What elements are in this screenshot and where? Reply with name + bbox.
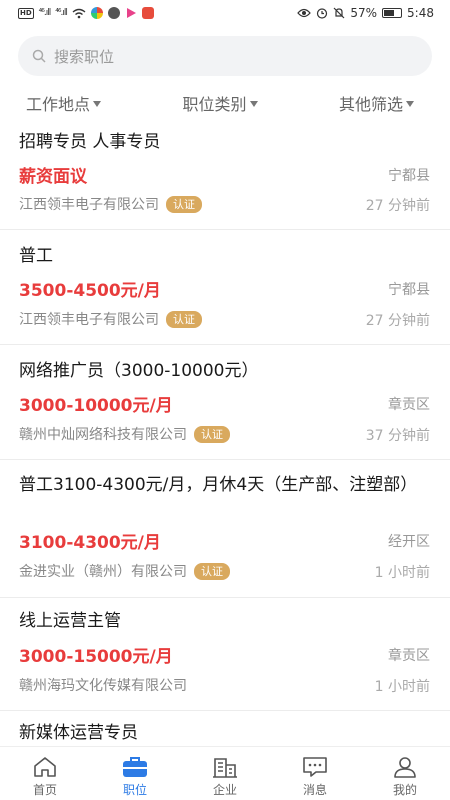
nav-companies[interactable]: 企业 [180,747,270,800]
search-bar[interactable]: 搜索职位 [18,36,432,76]
job-salary: 薪资面议 [19,167,87,187]
status-bar: HD ⁴⁶.ıll ⁴⁶.ıll 57% 5:48 [0,0,450,26]
company-name: 江西领丰电子有限公司 [19,312,159,328]
filter-label: 其他筛选 [338,95,403,114]
job-salary: 3000-15000元/月 [19,647,173,667]
verified-badge: 认证 [166,310,202,328]
filter-label: 工作地点 [26,95,91,114]
nav-messages[interactable]: 消息 [270,747,360,800]
post-time: 27 分钟前 [365,198,430,214]
post-time: 1 小时前 [374,679,430,695]
job-location: 宁都县 [388,282,430,298]
filter-location[interactable]: 工作地点 [26,91,102,115]
job-title: 普工 [19,246,53,266]
job-card[interactable]: 新媒体运营专员 [0,711,450,751]
company-name: 赣州海玛文化传媒有限公司 [19,678,187,694]
nav-label: 企业 [212,783,237,797]
company-row: 金进实业（赣州）有限公司 认证 [19,561,230,581]
job-card[interactable]: 普工3100-4300元/月，月休4天（生产部、注塑部） 3100-4300元/… [0,460,450,598]
filter-bar: 工作地点 职位类别 其他筛选 [0,88,450,118]
post-time: 1 小时前 [374,565,430,581]
home-icon [34,757,56,777]
nav-jobs[interactable]: 职位 [90,747,180,800]
company-name: 江西领丰电子有限公司 [19,197,159,213]
video-app-icon [126,8,136,18]
app-notification-icon [107,7,120,19]
job-title: 网络推广员（3000-10000元） [19,361,259,381]
verified-badge: 认证 [166,195,202,213]
building-icon [213,758,237,778]
company-row: 江西领丰电子有限公司 认证 [19,309,202,329]
company-name: 赣州中灿网络科技有限公司 [19,427,187,443]
filter-other[interactable]: 其他筛选 [339,91,414,115]
alarm-icon [317,8,328,19]
nav-profile[interactable]: 我的 [360,747,450,800]
status-left: HD ⁴⁶.ıll ⁴⁶.ıll [18,7,154,19]
job-location: 经开区 [388,534,430,550]
hd-indicator: HD [18,7,34,19]
company-name: 金进实业（赣州）有限公司 [19,564,187,580]
job-card[interactable]: 招聘专员 人事专员 薪资面议 宁都县 江西领丰电子有限公司 认证 27 分钟前 [0,118,450,230]
mute-icon [333,7,345,19]
job-card[interactable]: 网络推广员（3000-10000元） 3000-10000元/月 章贡区 赣州中… [0,345,450,460]
caret-down-icon [93,101,102,107]
post-time: 27 分钟前 [365,313,430,329]
app-notification-icon [90,7,103,19]
verified-badge: 认证 [194,562,230,580]
briefcase-icon [123,757,147,777]
wifi-icon [72,8,86,18]
battery-percent: 57% [350,6,378,20]
nav-label: 我的 [392,783,417,797]
job-salary: 3100-4300元/月 [19,533,161,553]
job-location: 章贡区 [388,397,430,413]
job-location: 宁都县 [388,168,430,184]
company-row: 赣州中灿网络科技有限公司 认证 [19,424,230,444]
job-salary: 3500-4500元/月 [19,281,161,301]
job-title: 招聘专员 人事专员 [19,132,161,152]
search-icon [32,49,46,63]
job-title: 线上运营主管 [19,611,121,631]
job-title: 新媒体运营专员 [19,723,138,743]
job-card[interactable]: 线上运营主管 3000-15000元/月 章贡区 赣州海玛文化传媒有限公司 1 … [0,598,450,711]
job-salary: 3000-10000元/月 [19,396,173,416]
company-row: 赣州海玛文化传媒有限公司 [19,675,187,695]
nav-home[interactable]: 首页 [0,747,90,800]
bottom-nav: 首页 职位 企业 消息 我的 [0,746,450,800]
message-icon [303,757,327,777]
job-card[interactable]: 普工 3500-4500元/月 宁都县 江西领丰电子有限公司 认证 27 分钟前 [0,230,450,345]
battery-icon [382,8,403,18]
nav-label: 消息 [302,783,327,797]
nav-label: 职位 [122,783,147,797]
job-title: 普工3100-4300元/月，月休4天（生产部、注塑部） [19,475,418,495]
search-placeholder: 搜索职位 [54,47,115,66]
status-right: 57% 5:48 [297,6,434,20]
nav-label: 首页 [32,783,57,797]
eye-icon [297,8,312,18]
person-icon [394,757,416,778]
signal-icon: ⁴⁶.ıll [55,8,68,18]
post-time: 37 分钟前 [365,428,430,444]
signal-icon: ⁴⁶.ıll [38,8,52,18]
clock: 5:48 [407,6,434,20]
job-location: 章贡区 [388,648,430,664]
company-row: 江西领丰电子有限公司 认证 [19,194,202,214]
filter-label: 职位类别 [182,95,247,114]
app-notification-icon [141,7,154,19]
filter-category[interactable]: 职位类别 [182,91,258,115]
caret-down-icon [249,101,258,107]
caret-down-icon [405,101,414,107]
verified-badge: 认证 [194,425,230,443]
